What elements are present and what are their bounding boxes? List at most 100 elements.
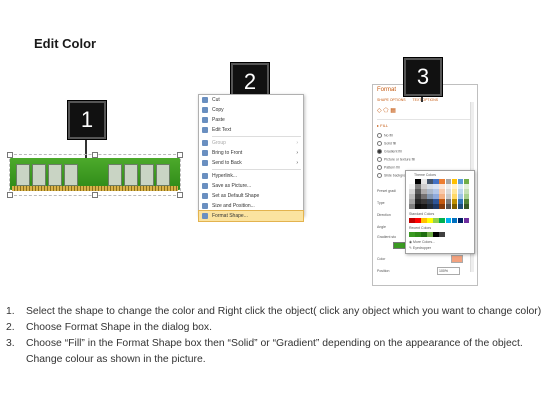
color-swatch[interactable] xyxy=(439,194,445,199)
theme-color-grid[interactable] xyxy=(409,179,470,209)
resize-handle[interactable] xyxy=(177,192,183,198)
color-swatch[interactable] xyxy=(421,218,427,223)
menu-item-set-default-shape[interactable]: Set as Default Shape xyxy=(199,191,303,201)
recent-color-row[interactable] xyxy=(409,232,445,237)
color-swatch[interactable] xyxy=(445,204,452,209)
color-swatch[interactable] xyxy=(451,204,458,209)
color-swatch[interactable] xyxy=(409,184,415,189)
menu-item-edit-text[interactable]: Edit Text xyxy=(199,125,303,135)
color-swatch[interactable] xyxy=(439,189,445,194)
color-swatch[interactable] xyxy=(439,204,445,209)
color-swatch[interactable] xyxy=(409,204,415,209)
effects-icon[interactable]: ⬠ xyxy=(383,108,388,114)
color-swatch[interactable] xyxy=(421,189,427,194)
menu-item-send-to-back[interactable]: Send to Back › xyxy=(199,158,303,168)
color-swatch[interactable] xyxy=(457,189,464,194)
more-colors-option[interactable]: ◉ More Colors... xyxy=(409,240,435,244)
color-swatch[interactable] xyxy=(427,194,433,199)
color-swatch[interactable] xyxy=(451,189,458,194)
color-swatch[interactable] xyxy=(427,179,433,184)
color-swatch[interactable] xyxy=(427,232,433,237)
color-swatch[interactable] xyxy=(427,189,433,194)
resize-handle[interactable] xyxy=(7,192,13,198)
color-swatch[interactable] xyxy=(433,232,439,237)
position-input[interactable]: 100% xyxy=(437,267,460,275)
option-solid-fill[interactable]: Solid fill xyxy=(377,141,396,146)
color-swatch[interactable] xyxy=(439,232,445,237)
color-swatch[interactable] xyxy=(445,189,452,194)
resize-handle[interactable] xyxy=(92,192,98,198)
color-swatch[interactable] xyxy=(463,179,470,184)
color-swatch[interactable] xyxy=(433,218,439,223)
color-swatch[interactable] xyxy=(457,199,464,204)
menu-item-paste[interactable]: Paste xyxy=(199,115,303,125)
option-pattern-fill[interactable]: Pattern fill xyxy=(377,165,400,170)
color-swatch[interactable] xyxy=(415,218,421,223)
menu-item-format-shape[interactable]: Format Shape... xyxy=(198,210,304,222)
color-swatch[interactable] xyxy=(457,218,464,223)
color-swatch[interactable] xyxy=(415,179,421,184)
color-swatch[interactable] xyxy=(439,199,445,204)
color-swatch[interactable] xyxy=(421,204,427,209)
color-swatch[interactable] xyxy=(415,204,421,209)
color-swatch[interactable] xyxy=(415,189,421,194)
color-swatch[interactable] xyxy=(427,184,433,189)
eyedropper-option[interactable]: ✎ Eyedropper xyxy=(409,246,431,250)
color-swatch[interactable] xyxy=(451,194,458,199)
color-swatch[interactable] xyxy=(451,179,458,184)
color-swatch[interactable] xyxy=(439,179,445,184)
color-swatch[interactable] xyxy=(421,232,427,237)
color-swatch[interactable] xyxy=(439,184,445,189)
color-swatch[interactable] xyxy=(415,184,421,189)
color-swatch[interactable] xyxy=(415,232,421,237)
color-swatch[interactable] xyxy=(427,204,433,209)
color-swatch[interactable] xyxy=(415,199,421,204)
color-swatch[interactable] xyxy=(439,218,445,223)
color-swatch[interactable] xyxy=(463,204,470,209)
resize-handle[interactable] xyxy=(7,152,13,158)
option-no-fill[interactable]: No fill xyxy=(377,133,393,138)
color-swatch[interactable] xyxy=(445,179,452,184)
color-swatch[interactable] xyxy=(409,199,415,204)
option-gradient-fill[interactable]: Gradient fill xyxy=(377,149,402,154)
menu-item-group[interactable]: Group › xyxy=(199,138,303,148)
color-swatch[interactable] xyxy=(457,204,464,209)
color-swatch[interactable] xyxy=(445,194,452,199)
color-swatch[interactable] xyxy=(433,204,439,209)
color-swatch[interactable] xyxy=(433,194,439,199)
color-swatch[interactable] xyxy=(409,189,415,194)
color-swatch[interactable] xyxy=(445,184,452,189)
color-swatch[interactable] xyxy=(433,189,439,194)
color-swatch[interactable] xyxy=(427,199,433,204)
menu-item-size-position[interactable]: Size and Position... xyxy=(199,201,303,211)
color-swatch[interactable] xyxy=(433,184,439,189)
color-swatch[interactable] xyxy=(457,184,464,189)
color-swatch[interactable] xyxy=(463,184,470,189)
color-swatch[interactable] xyxy=(433,179,439,184)
color-swatch[interactable] xyxy=(451,218,458,223)
color-swatch[interactable] xyxy=(409,218,415,223)
color-swatch[interactable] xyxy=(427,218,433,223)
menu-item-hyperlink[interactable]: Hyperlink... xyxy=(199,171,303,181)
color-swatch[interactable] xyxy=(415,194,421,199)
color-swatch[interactable] xyxy=(421,194,427,199)
fill-section-header[interactable]: ▸ FILL xyxy=(377,123,388,128)
menu-item-copy[interactable]: Copy xyxy=(199,105,303,115)
color-swatch[interactable] xyxy=(457,179,464,184)
color-swatch[interactable] xyxy=(421,199,427,204)
menu-item-save-as-picture[interactable]: Save as Picture... xyxy=(199,181,303,191)
resize-handle[interactable] xyxy=(177,152,183,158)
color-swatch[interactable] xyxy=(463,218,470,223)
resize-handle[interactable] xyxy=(92,152,98,158)
fill-line-icon[interactable]: ◇ xyxy=(377,108,382,114)
color-swatch[interactable] xyxy=(421,179,427,184)
standard-color-row[interactable] xyxy=(409,218,470,223)
color-swatch[interactable] xyxy=(451,184,458,189)
color-swatch[interactable] xyxy=(433,199,439,204)
color-swatch[interactable] xyxy=(445,199,452,204)
tab-text-options[interactable]: TEXT OPTIONS xyxy=(413,98,439,102)
option-picture-fill[interactable]: Picture or texture fill xyxy=(377,157,415,162)
tab-shape-options[interactable]: SHAPE OPTIONS xyxy=(377,98,406,102)
size-properties-icon[interactable]: ▦ xyxy=(390,108,396,114)
color-swatch[interactable] xyxy=(409,232,415,237)
